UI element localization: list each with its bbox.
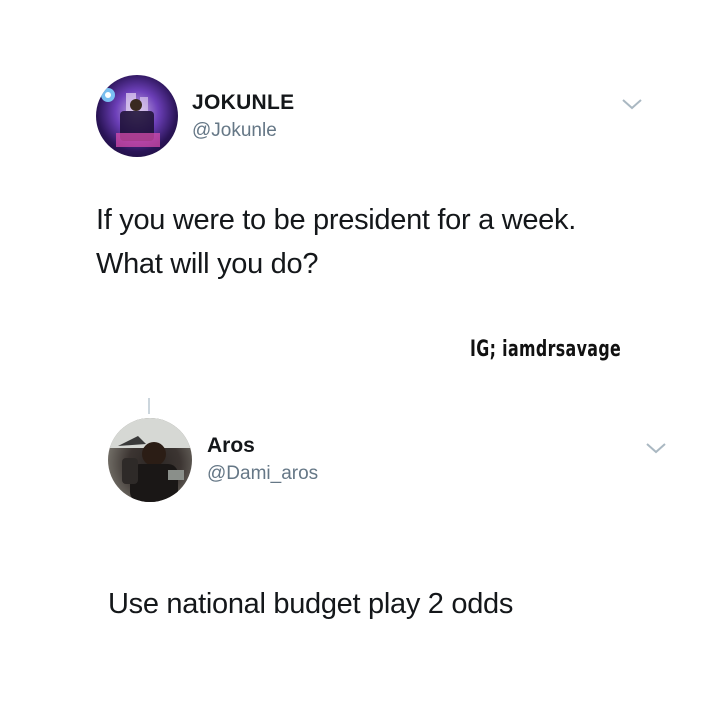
chevron-down-icon[interactable] <box>644 440 668 456</box>
reply-connector <box>148 398 150 414</box>
jokunle-avatar[interactable] <box>96 75 178 157</box>
watermark: IG; iamdrsavage <box>470 337 622 362</box>
tweet-text-line: What will you do? <box>96 248 319 280</box>
author-handle[interactable]: @Jokunle <box>192 120 277 142</box>
avatar-photo-icon <box>101 88 160 147</box>
avatar-photo-icon <box>108 418 192 502</box>
chevron-down-icon[interactable] <box>620 96 644 112</box>
author-display-name[interactable]: JOKUNLE <box>192 91 294 115</box>
reply-text: Use national budget play 2 odds <box>108 588 514 620</box>
reply-handle[interactable]: @Dami_aros <box>207 463 318 485</box>
tweet-text: If you were to be president for a week. … <box>96 198 696 286</box>
reply-display-name[interactable]: Aros <box>207 434 255 458</box>
tweet-text-line: If you were to be president for a week. <box>96 204 576 236</box>
aros-avatar[interactable] <box>108 418 192 502</box>
